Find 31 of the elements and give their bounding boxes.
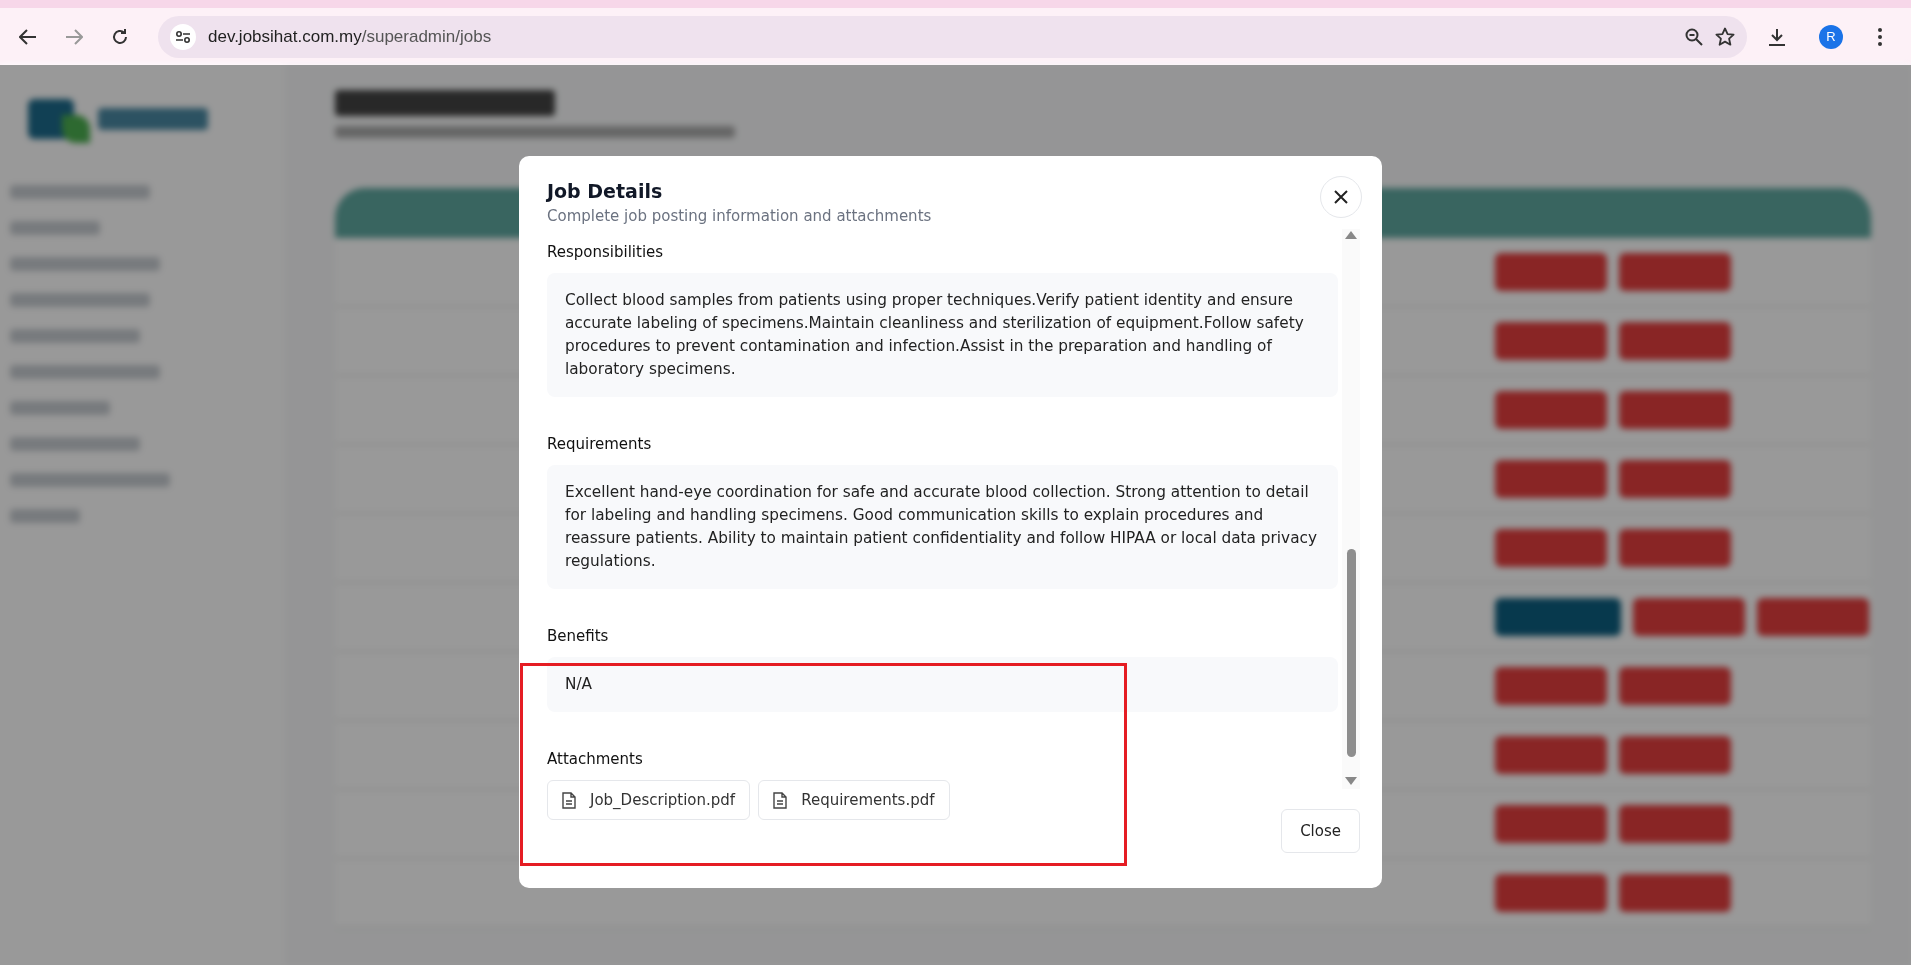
close-icon-button[interactable] [1320, 176, 1362, 218]
scroll-thumb[interactable] [1347, 549, 1356, 757]
reload-icon [111, 27, 129, 46]
close-icon [1334, 190, 1348, 204]
scroll-down-icon[interactable] [1345, 777, 1357, 785]
section-label: Requirements [547, 435, 653, 453]
menu-icon[interactable] [1877, 26, 1883, 47]
document-icon [773, 791, 788, 809]
address-bar[interactable]: dev.jobsihat.com.my/superadmin/jobs [158, 15, 1747, 58]
dialog-title: Job Details [547, 180, 664, 202]
download-icon[interactable] [1767, 26, 1787, 47]
section-label: Benefits [547, 627, 610, 645]
close-button[interactable]: Close [1281, 809, 1360, 853]
star-icon[interactable] [1715, 26, 1735, 47]
attachment-button[interactable]: Requirements.pdf [758, 780, 950, 820]
profile-avatar[interactable]: R [1819, 24, 1843, 49]
section-text: Excellent hand-eye coordination for safe and accurate blood collection. Strong attention to detail for labeling and handling specimens. Good communication skills to explain procedures and reassure patients. Ability to maintain patient confidentiality and follow HIPAA or local data privacy regulations. [547, 465, 1338, 589]
site-settings-icon[interactable] [170, 23, 196, 50]
attachment-button[interactable]: Job_Description.pdf [547, 780, 751, 820]
forward-arrow-icon [65, 28, 83, 45]
scroll-up-icon[interactable] [1345, 231, 1357, 239]
url-text: dev.jobsihat.com.my/superadmin/jobs [208, 26, 492, 47]
section-text: Collect blood samples from patients using proper techniques.Verify patient identity and ensure accurate labeling of specimens.Maintain cleanliness and sterilization of equipment.Follow safety procedures to prevent contamination and infection.Assist in the preparation and handling of laboratory specimens. [547, 273, 1338, 397]
document-icon [562, 791, 576, 809]
section-text: N/A [547, 657, 1338, 712]
section-label: Responsibilities [547, 243, 665, 261]
dialog-subtitle: Complete job posting information and attachments [547, 207, 932, 225]
section-label: Attachments [547, 750, 644, 768]
back-arrow-icon [19, 28, 37, 45]
zoom-out-icon[interactable] [1685, 27, 1703, 46]
scrollbar[interactable] [1342, 229, 1360, 789]
